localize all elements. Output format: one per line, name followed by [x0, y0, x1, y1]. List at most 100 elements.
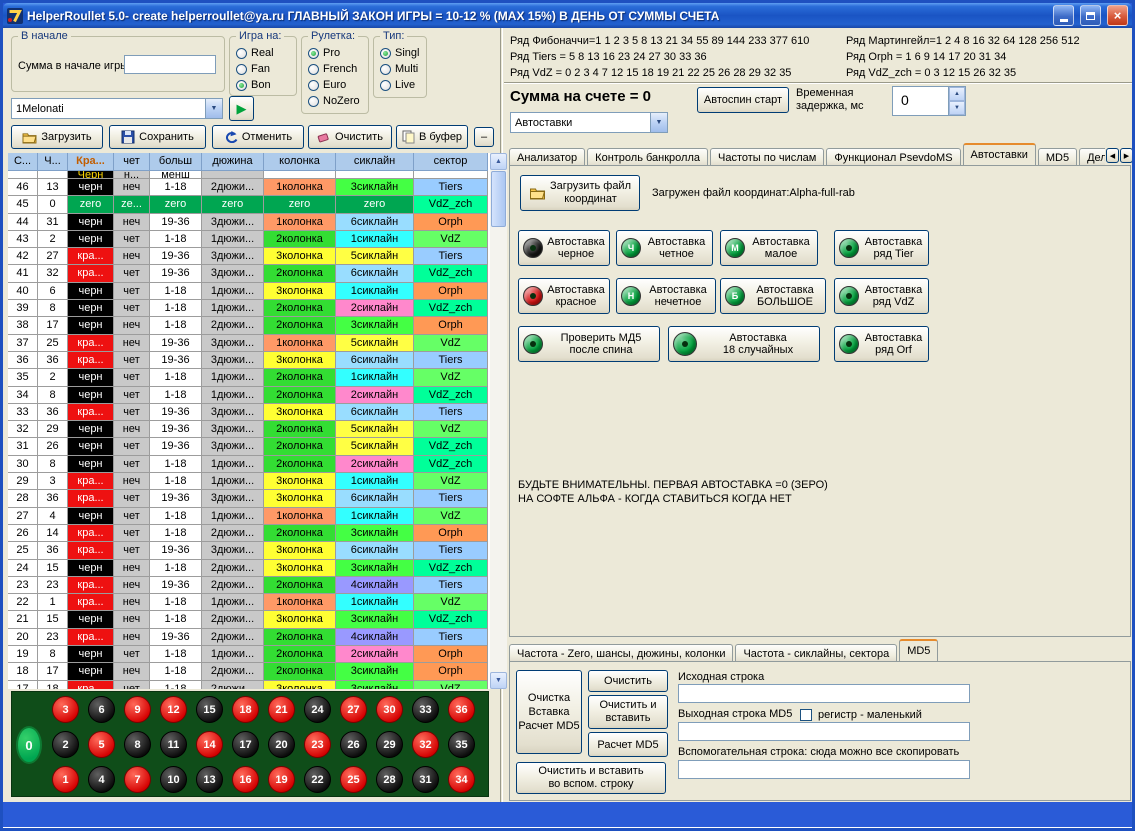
clear-paste-aux-button[interactable]: Очистить и вставить во вспом. строку — [516, 762, 666, 794]
tab-number-frequencies[interactable]: Частоты по числам — [710, 148, 824, 165]
autobet-row-tier-button[interactable]: Автоставка ряд Tier — [834, 230, 929, 266]
start-sum-input[interactable] — [124, 55, 216, 74]
roulette-number-6[interactable]: 6 — [88, 696, 115, 723]
autobet-black-button[interactable]: Автоставка черное — [518, 230, 610, 266]
table-row[interactable]: 2115черннеч1-182дюжи...3колонка3сиклайнV… — [8, 611, 490, 628]
tab-psevdoms[interactable]: Функционал PsevdoMS — [826, 148, 960, 165]
table-row[interactable]: 432чернчет1-181дюжи...2колонка1сиклайнVd… — [8, 231, 490, 248]
tab-md5-bottom[interactable]: MD5 — [899, 639, 938, 661]
roulette-number-7[interactable]: 7 — [124, 766, 151, 793]
radio-pro[interactable]: Pro — [308, 45, 360, 61]
roulette-number-2[interactable]: 2 — [52, 731, 79, 758]
tab-autobets[interactable]: Автоставки — [963, 143, 1036, 165]
roulette-number-35[interactable]: 35 — [448, 731, 475, 758]
table-row[interactable]: 1817черннеч1-182дюжи...2колонка3сиклайнO… — [8, 663, 490, 680]
autobets-combo[interactable]: Автоставки ▼ — [510, 112, 668, 133]
roulette-number-14[interactable]: 14 — [196, 731, 223, 758]
tabs-scroll-left-icon[interactable]: ◀ — [1106, 148, 1119, 163]
md5-clear-paste-button[interactable]: Очистить и вставить — [588, 695, 668, 729]
roulette-number-33[interactable]: 33 — [412, 696, 439, 723]
table-row[interactable]: 3336кра...чет19-363дюжи...3колонка6сикла… — [8, 404, 490, 421]
chevron-down-icon[interactable]: ▼ — [205, 99, 222, 118]
minimize-button[interactable] — [1053, 5, 1074, 26]
maximize-button[interactable] — [1080, 5, 1101, 26]
roulette-number-26[interactable]: 26 — [340, 731, 367, 758]
spin-down-icon[interactable]: ▼ — [949, 101, 965, 115]
tab-freq-zero-chances[interactable]: Частота - Zero, шансы, дюжины, колонки — [509, 644, 733, 661]
chevron-down-icon[interactable]: ▼ — [650, 113, 667, 132]
scrollbar-thumb[interactable] — [491, 171, 506, 227]
roulette-number-34[interactable]: 34 — [448, 766, 475, 793]
table-row[interactable]: 406чернчет1-181дюжи...3колонка1сиклайнOr… — [8, 283, 490, 300]
table-row[interactable]: 398чернчет1-181дюжи...2колонка2сиклайнVd… — [8, 300, 490, 317]
roulette-number-11[interactable]: 11 — [160, 731, 187, 758]
radio-multi[interactable]: Multi — [380, 61, 419, 77]
roulette-number-29[interactable]: 29 — [376, 731, 403, 758]
close-button[interactable]: × — [1107, 5, 1128, 26]
roulette-number-28[interactable]: 28 — [376, 766, 403, 793]
preset-combo[interactable]: 1Melonati ▼ — [11, 98, 223, 119]
roulette-number-20[interactable]: 20 — [268, 731, 295, 758]
roulette-number-31[interactable]: 31 — [412, 766, 439, 793]
output-string-input[interactable] — [678, 722, 970, 741]
table-row[interactable]: 2614кра...чет1-182дюжи...2колонка3сиклай… — [8, 525, 490, 542]
roulette-number-25[interactable]: 25 — [340, 766, 367, 793]
table-scrollbar[interactable]: ▲ ▼ — [490, 153, 507, 689]
check-md5-after-spin-button[interactable]: Проверить МД5 после спина — [518, 326, 660, 362]
load-coordinates-button[interactable]: Загрузить файл координат — [520, 175, 640, 211]
roulette-number-30[interactable]: 30 — [376, 696, 403, 723]
autobet-small-button[interactable]: МАвтоставка малое — [720, 230, 818, 266]
autobet-big-button[interactable]: БАвтоставка БОЛЬШОЕ — [720, 278, 826, 314]
radio-singl[interactable]: Singl — [380, 45, 419, 61]
autobet-even-button[interactable]: ЧАвтоставка четное — [616, 230, 713, 266]
md5-clear-button[interactable]: Очистить — [588, 670, 668, 692]
roulette-number-17[interactable]: 17 — [232, 731, 259, 758]
table-row[interactable]: 4132кра...чет19-363дюжи...2колонка6сикла… — [8, 265, 490, 282]
roulette-number-5[interactable]: 5 — [88, 731, 115, 758]
roulette-number-13[interactable]: 13 — [196, 766, 223, 793]
collapse-button[interactable]: – — [474, 127, 494, 147]
roulette-number-19[interactable]: 19 — [268, 766, 295, 793]
table-row[interactable]: 4613черннеч1-182дюжи...1колонка3сиклайнT… — [8, 179, 490, 196]
table-row[interactable]: 450zeroze...zerozerozerozeroVdZ_zch — [8, 196, 490, 213]
table-row[interactable]: 293кра...неч1-181дюжи...3колонка1сиклайн… — [8, 473, 490, 490]
table-row[interactable]: Чернн...менш — [8, 171, 490, 179]
table-row[interactable]: 2323кра...неч19-362дюжи...2колонка4сикла… — [8, 577, 490, 594]
roulette-number-15[interactable]: 15 — [196, 696, 223, 723]
clear-paste-calc-button[interactable]: Очистка Вставка Расчет MD5 — [516, 670, 582, 754]
tab-md5[interactable]: MD5 — [1038, 148, 1077, 165]
autobet-row-vdz-button[interactable]: Автоставка ряд VdZ — [834, 278, 929, 314]
table-row[interactable]: 4431черннеч19-363дюжи...1колонка6сиклайн… — [8, 214, 490, 231]
clear-button[interactable]: Очистить — [308, 125, 392, 149]
tab-freq-sixlines-sectors[interactable]: Частота - сиклайны, сектора — [735, 644, 897, 661]
spin-up-icon[interactable]: ▲ — [949, 87, 965, 101]
roulette-number-27[interactable]: 27 — [340, 696, 367, 723]
roulette-number-4[interactable]: 4 — [88, 766, 115, 793]
table-row[interactable]: 3636кра...чет19-363дюжи...3колонка6сикла… — [8, 352, 490, 369]
roulette-number-3[interactable]: 3 — [52, 696, 79, 723]
tab-analyzer[interactable]: Анализатор — [509, 148, 585, 165]
radio-euro[interactable]: Euro — [308, 77, 360, 93]
table-row[interactable]: 1718кра...чет1-182дюжи...3колонка3сиклай… — [8, 681, 490, 689]
autobet-odd-button[interactable]: НАвтоставка нечетное — [616, 278, 716, 314]
table-row[interactable]: 3817черннеч1-182дюжи...2колонка3сиклайнO… — [8, 317, 490, 334]
tab-bankroll-control[interactable]: Контроль банкролла — [587, 148, 708, 165]
autospin-start-button[interactable]: Автоспин старт — [697, 87, 789, 113]
autobet-18-random-button[interactable]: Автоставка 18 случайных — [668, 326, 820, 362]
aux-string-input[interactable] — [678, 760, 970, 779]
roulette-number-18[interactable]: 18 — [232, 696, 259, 723]
autobet-row-orf-button[interactable]: Автоставка ряд Orf — [834, 326, 929, 362]
table-row[interactable]: 2836кра...чет19-363дюжи...3колонка6сикла… — [8, 490, 490, 507]
table-row[interactable]: 352чернчет1-181дюжи...2колонка1сиклайнVd… — [8, 369, 490, 386]
radio-real[interactable]: Real — [236, 45, 274, 61]
radio-fan[interactable]: Fan — [236, 61, 274, 77]
table-row[interactable]: 2536кра...чет19-363дюжи...3колонка6сикла… — [8, 542, 490, 559]
table-row[interactable]: 198чернчет1-181дюжи...2колонка2сиклайнOr… — [8, 646, 490, 663]
lowercase-checkbox[interactable] — [800, 709, 812, 721]
roulette-number-10[interactable]: 10 — [160, 766, 187, 793]
roulette-number-9[interactable]: 9 — [124, 696, 151, 723]
undo-button[interactable]: Отменить — [212, 125, 304, 149]
roulette-number-1[interactable]: 1 — [52, 766, 79, 793]
roulette-zero[interactable]: 0 — [16, 726, 42, 764]
table-row[interactable]: 348чернчет1-181дюжи...2колонка2сиклайнVd… — [8, 387, 490, 404]
